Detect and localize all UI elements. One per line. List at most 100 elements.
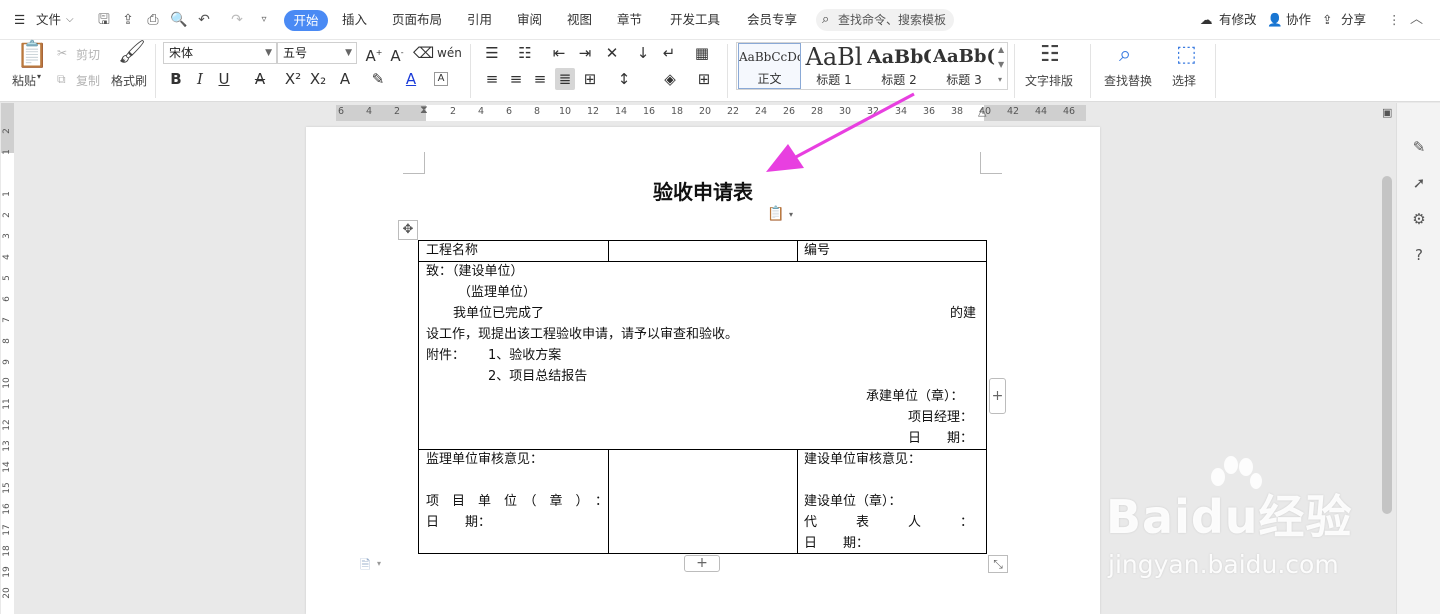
save-icon[interactable]: 🖫 [96,12,112,28]
page-view-icon[interactable]: ▣ [1382,106,1392,119]
user-icon[interactable]: 👤 [1267,0,1283,40]
attachment-item-2[interactable]: 2、项目总结报告 [488,369,587,385]
collapse-ribbon-icon[interactable]: ︿ [1410,0,1423,40]
decrease-indent-icon[interactable]: ⇤ [549,42,569,64]
project-unit-seal[interactable]: 项 目 单 位 （ 章 ） ： [426,494,608,510]
tab-view[interactable]: 视图 [567,0,592,40]
underline-icon[interactable]: U [214,68,234,90]
format-painter-icon[interactable]: 🖌 [118,40,146,65]
char-border-icon[interactable]: A [434,72,448,86]
attachment-label[interactable]: 附件： [426,348,465,364]
style-heading-3[interactable]: AaBb( 标题 3 [933,43,995,89]
share-icon[interactable]: ⇪ [1322,0,1332,40]
paragraph-mark-icon[interactable]: ↵ [659,42,679,64]
document-title[interactable]: 验收申请表 [306,176,1100,205]
print-icon[interactable]: ⎙ [145,12,161,28]
supervisor-opinion[interactable]: 监理单位审核意见： [426,452,543,468]
select-icon[interactable]: ⬚ [1176,42,1197,67]
subscript-icon[interactable]: X₂ [308,68,328,90]
date-contractor[interactable]: 日 期： [908,431,973,447]
to-line[interactable]: 致：（建设单位） [426,264,524,280]
chevron-down-icon[interactable]: ⌵ [66,0,74,40]
font-name-select[interactable]: 宋体 ▼ [163,42,277,64]
modified-status[interactable]: 有修改 [1219,0,1257,40]
cut-icon[interactable]: ✂ [57,46,67,60]
acceptance-table[interactable]: 工程名称 编号 致：（建设单位） （监理单位） 我单位已完成了 的建 设工作，现… [418,240,987,554]
text-layout-button[interactable]: 文字排版 [1025,72,1073,89]
horizontal-ruler[interactable]: ⧗ △ 6 4 2 2 4 6 8 10 12 14 16 18 20 22 24 26 28 30 32 34 36 3… [0,103,1440,123]
tab-page-layout[interactable]: 页面布局 [392,0,442,40]
tab-chapter[interactable]: 章节 [617,0,642,40]
pen-edit-icon[interactable]: ✎ [1409,137,1429,157]
completed-line[interactable]: 我单位已完成了 [453,306,544,322]
add-column-button[interactable]: + [989,378,1006,414]
copy-icon[interactable]: ⧉ [57,72,66,87]
justify-icon[interactable]: ≣ [555,68,575,90]
style-heading-1[interactable]: AaBl 标题 1 [803,43,865,89]
styles-expand-icon[interactable]: ▾ [998,75,1002,84]
clear-format-icon[interactable]: ⌫ [413,42,434,64]
add-row-button[interactable]: + [684,555,720,572]
align-left-icon[interactable]: ≡ [482,68,502,90]
undo-icon[interactable]: ↶ [196,12,212,28]
find-replace-button[interactable]: 查找替换 [1104,72,1152,89]
indent-marker-icon[interactable]: ⧗ [420,103,428,117]
more-icon[interactable]: ▿ [256,12,272,28]
page-layout-options-icon[interactable]: 🗎 [360,556,370,578]
select-button[interactable]: 选择 [1172,72,1196,89]
decrease-font-icon[interactable]: A- [387,42,407,65]
find-replace-icon[interactable]: ⌕ [1119,42,1131,67]
styles-scroll-down-icon[interactable]: ▼ [998,60,1004,69]
contractor-seal[interactable]: 承建单位（章）： [866,389,964,405]
table-resize-handle-icon[interactable]: ⤡ [988,555,1008,573]
align-right-icon[interactable]: ≡ [530,68,550,90]
tab-developer[interactable]: 开发工具 [670,0,720,40]
request-line[interactable]: 设工作，现提出该工程验收申请，请予以审查和验收。 [426,327,738,343]
cursor-select-icon[interactable]: ➚ [1409,173,1429,193]
project-name-label[interactable]: 工程名称 [426,243,478,259]
format-painter-button[interactable]: 格式刷 [111,72,147,89]
builder-seal[interactable]: 建设单位（章）： [804,494,902,510]
superscript-icon[interactable]: X² [283,68,303,90]
date-builder[interactable]: 日 期： [804,536,869,552]
paste-icon[interactable]: 📋 [16,40,48,70]
help-icon[interactable]: ? [1409,245,1429,265]
date-supervisor[interactable]: 日 期： [426,515,491,531]
file-menu[interactable]: 文件 [36,0,61,40]
shading-icon[interactable]: ◈ [660,68,680,90]
tab-member[interactable]: 会员专享 [747,0,797,40]
font-size-select[interactable]: 五号 ▼ [277,42,357,64]
strikethrough-icon[interactable]: A [250,68,270,90]
text-layout-icon[interactable]: ☷ [1040,42,1060,67]
print-preview-icon[interactable]: 🔍 [170,12,187,28]
cloud-status-icon[interactable]: ☁ [1200,0,1213,40]
copy-button[interactable]: 复制 [76,72,100,89]
bold-icon[interactable]: B [166,68,186,90]
number-label[interactable]: 编号 [804,243,830,259]
style-heading-2[interactable]: AaBbC 标题 2 [867,43,931,89]
style-normal[interactable]: AaBbCcDd 正文 [738,43,801,89]
redo-icon[interactable]: ↷ [229,12,245,28]
increase-font-icon[interactable]: A+ [364,42,384,65]
paste-options-chevron[interactable]: ▾ [37,72,41,81]
settings-sliders-icon[interactable]: ⚙ [1409,209,1429,229]
paste-options-icon[interactable]: 📋 [767,206,784,222]
chinese-layout-icon[interactable]: ✕ [602,42,622,64]
collaborate-button[interactable]: 协作 [1286,0,1311,40]
export-icon[interactable]: ⇪ [120,12,136,28]
chevron-down-icon[interactable]: ▾ [377,559,381,568]
tab-review[interactable]: 审阅 [517,0,542,40]
tab-insert[interactable]: 插入 [342,0,367,40]
phonetic-guide-icon[interactable]: wén [437,42,462,64]
menu-icon[interactable]: ☰ [14,0,25,40]
tab-references[interactable]: 引用 [467,0,492,40]
table-move-handle-icon[interactable]: ✥ [398,220,418,240]
document-page[interactable]: 验收申请表 📋 ▾ ✥ 工程名称 编号 致：（建设单位） （监理单位） 我单位已… [306,127,1100,614]
line-spacing-icon[interactable]: ↕ [614,68,634,90]
numbered-list-icon[interactable]: ☷ [515,42,535,64]
vertical-ruler[interactable]: 2 1 1 2 3 4 5 6 7 8 9 10 11 12 13 14 15 16 17 18 19 20 [0,103,14,614]
text-effect-icon[interactable]: A [335,68,355,90]
supervisor-line[interactable]: （监理单位） [458,285,536,301]
increase-indent-icon[interactable]: ⇥ [575,42,595,64]
completed-suffix[interactable]: 的建 [950,306,976,322]
